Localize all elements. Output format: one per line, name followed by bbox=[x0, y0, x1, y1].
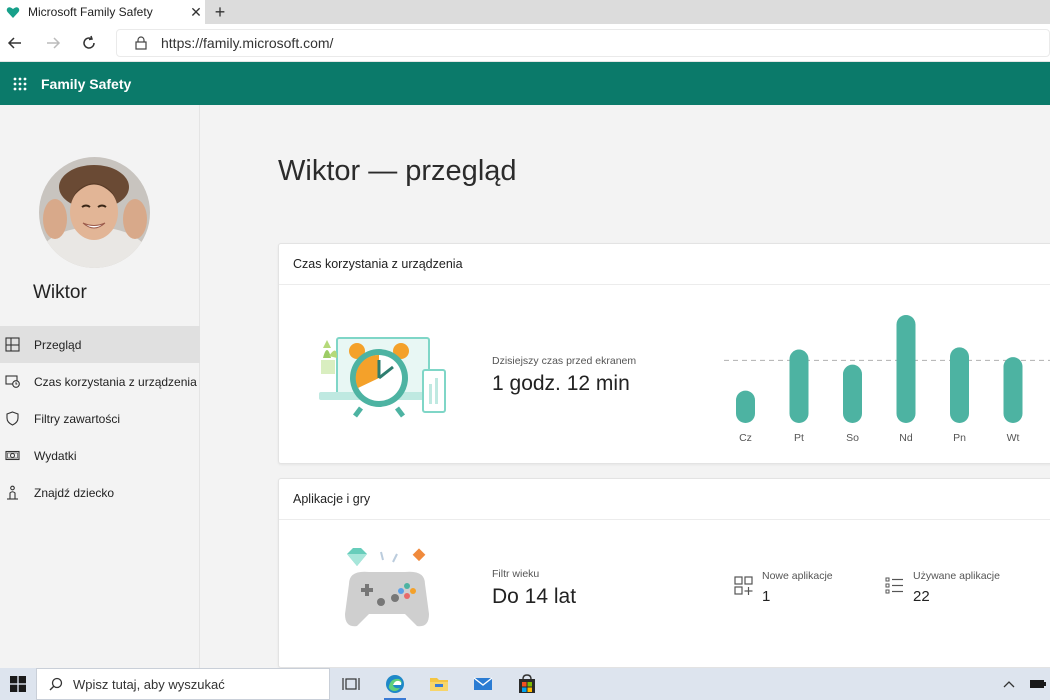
overview-icon bbox=[4, 337, 20, 353]
apps-games-card-header: Aplikacje i gry bbox=[279, 479, 1050, 520]
age-filter-label: Filtr wieku bbox=[492, 568, 540, 580]
today-screen-time-label: Dzisiejszy czas przed ekranem bbox=[492, 355, 637, 367]
chart-day-label: So bbox=[846, 432, 859, 444]
sidebar-item-label: Filtry zawartości bbox=[34, 411, 121, 426]
edge-browser-icon[interactable] bbox=[374, 668, 416, 700]
chart-bar-Pt[interactable] bbox=[789, 349, 809, 423]
chart-bar-Wt[interactable] bbox=[1003, 357, 1023, 423]
taskbar-search-placeholder: Wpisz tutaj, aby wyszukać bbox=[73, 676, 225, 692]
chart-bar-So[interactable] bbox=[843, 364, 862, 423]
chart-day-label: Pn bbox=[953, 432, 966, 444]
used-apps-label: Używane aplikacje bbox=[913, 570, 1000, 582]
shield-icon bbox=[4, 411, 20, 427]
family-safety-favicon-icon bbox=[6, 7, 20, 18]
taskbar-search-field[interactable]: Wpisz tutaj, aby wyszukać bbox=[36, 668, 330, 700]
chart-day-label: Cz bbox=[739, 432, 752, 444]
sidebar-item-label: Znajdź dziecko bbox=[34, 485, 115, 500]
sidebar: Wiktor Przegląd Czas korzystania z urząd… bbox=[0, 105, 200, 668]
page-title: Wiktor — przegląd bbox=[278, 155, 517, 187]
used-apps-list-icon bbox=[885, 577, 903, 594]
browser-tab[interactable]: Microsoft Family Safety ✕ bbox=[0, 0, 205, 24]
age-filter-value: Do 14 lat bbox=[492, 585, 577, 608]
apps-games-card[interactable]: Aplikacje i gry Filtr wieku Do 14 lat No… bbox=[278, 478, 1050, 668]
windows-start-icon[interactable] bbox=[0, 668, 36, 700]
forward-icon[interactable] bbox=[42, 32, 64, 54]
mail-icon[interactable] bbox=[462, 668, 504, 700]
system-tray-chevron-icon[interactable] bbox=[994, 668, 1024, 700]
sidebar-item-spending[interactable]: Wydatki bbox=[0, 437, 200, 474]
screen-time-illustration-icon bbox=[319, 337, 446, 418]
battery-icon[interactable] bbox=[1026, 668, 1050, 700]
screen-time-icon bbox=[4, 374, 20, 390]
sidebar-item-label: Wydatki bbox=[34, 448, 77, 463]
microsoft-store-icon[interactable] bbox=[506, 668, 548, 700]
chart-bar-Pn[interactable] bbox=[950, 347, 969, 423]
new-apps-label: Nowe aplikacje bbox=[762, 570, 833, 582]
child-name: Wiktor bbox=[33, 282, 87, 303]
task-view-icon[interactable] bbox=[330, 668, 372, 700]
app-launcher-icon[interactable] bbox=[0, 62, 40, 105]
back-icon[interactable] bbox=[4, 32, 26, 54]
sidebar-item-screen-time[interactable]: Czas korzystania z urządzenia bbox=[0, 363, 200, 400]
used-apps-value: 22 bbox=[913, 588, 930, 605]
chart-day-label: Wt bbox=[1007, 432, 1020, 444]
address-bar-row: https://family.microsoft.com/ bbox=[0, 24, 1050, 62]
chart-day-label: Nd bbox=[899, 432, 913, 444]
chart-bar-Nd[interactable] bbox=[896, 315, 916, 423]
tab-title: Microsoft Family Safety bbox=[28, 5, 153, 19]
refresh-icon[interactable] bbox=[78, 32, 100, 54]
game-controller-illustration-icon bbox=[345, 548, 429, 627]
new-apps-icon bbox=[734, 576, 753, 595]
chart-day-label: Pt bbox=[794, 432, 804, 444]
app-header: Family Safety bbox=[0, 62, 1050, 105]
screen-time-card[interactable]: Czas korzystania z urządzenia Dzisiejszy… bbox=[278, 243, 1050, 464]
sidebar-nav: Przegląd Czas korzystania z urządzenia F… bbox=[0, 326, 200, 511]
new-tab-icon[interactable]: + bbox=[209, 0, 231, 24]
money-icon bbox=[4, 448, 20, 464]
weekly-screen-time-chart: Cz Pt So Nd Pn Wt bbox=[724, 315, 1050, 444]
close-tab-icon[interactable]: ✕ bbox=[187, 4, 205, 21]
sidebar-item-label: Czas korzystania z urządzenia bbox=[34, 374, 197, 389]
sidebar-item-overview[interactable]: Przegląd bbox=[0, 326, 200, 363]
search-icon bbox=[49, 677, 63, 691]
today-screen-time-value: 1 godz. 12 min bbox=[492, 372, 630, 395]
browser-tab-strip: Microsoft Family Safety ✕ + bbox=[0, 0, 1050, 24]
app-title[interactable]: Family Safety bbox=[41, 76, 131, 92]
avatar bbox=[39, 157, 150, 268]
url-field[interactable]: https://family.microsoft.com/ bbox=[116, 29, 1050, 57]
person-location-icon bbox=[4, 485, 20, 501]
url-text: https://family.microsoft.com/ bbox=[161, 35, 334, 51]
sidebar-item-label: Przegląd bbox=[34, 337, 82, 352]
file-explorer-icon[interactable] bbox=[418, 668, 460, 700]
windows-taskbar: Wpisz tutaj, aby wyszukać bbox=[0, 668, 1050, 700]
lock-icon bbox=[135, 36, 147, 50]
new-apps-value: 1 bbox=[762, 588, 771, 605]
screen-time-card-header: Czas korzystania z urządzenia bbox=[279, 244, 1050, 285]
sidebar-item-content-filters[interactable]: Filtry zawartości bbox=[0, 400, 200, 437]
sidebar-item-find-child[interactable]: Znajdź dziecko bbox=[0, 474, 200, 511]
chart-bar-Cz[interactable] bbox=[736, 390, 755, 423]
